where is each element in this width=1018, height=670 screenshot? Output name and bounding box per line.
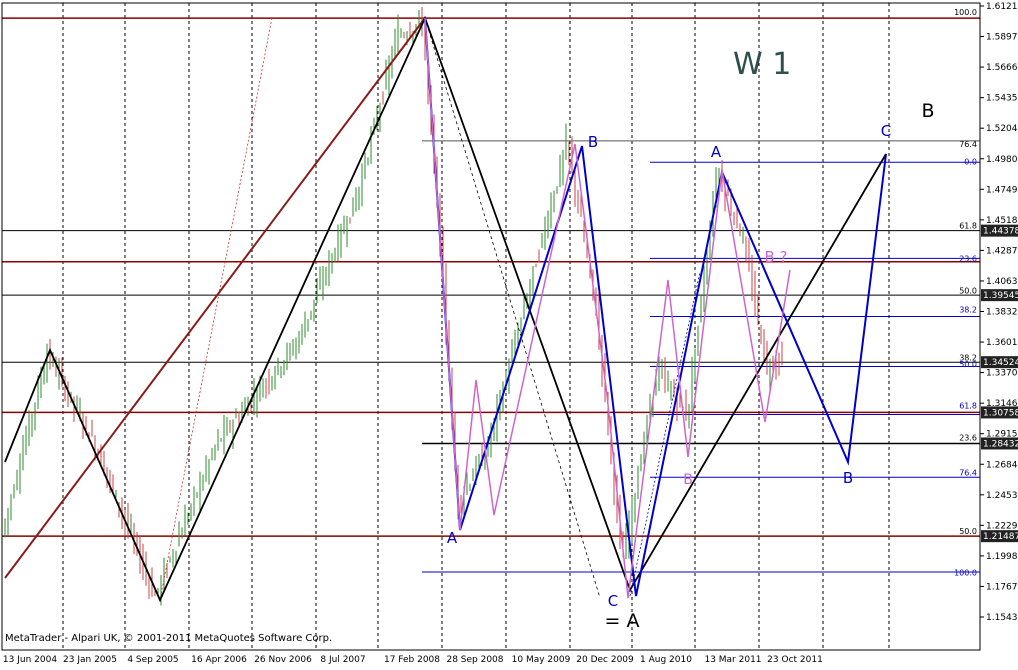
plot-background bbox=[0, 0, 1018, 666]
price-tick-label: 1.54350 bbox=[986, 94, 1018, 104]
date-tick-label: 28 Sep 2008 bbox=[446, 655, 503, 665]
price-tick-label: 1.47490 bbox=[986, 185, 1018, 195]
watermark: MetaTrader - Alpari UK, © 2001-2011 Meta… bbox=[5, 633, 332, 644]
price-tick-label: 1.58970 bbox=[986, 33, 1018, 43]
price-tick-label: 1.26840 bbox=[986, 460, 1018, 470]
price-tick-label: 1.24530 bbox=[986, 491, 1018, 501]
date-tick-label: 20 Dec 2009 bbox=[576, 655, 634, 665]
price-tick-label: 1.42870 bbox=[986, 246, 1018, 256]
date-tick-label: 1 Aug 2010 bbox=[640, 655, 692, 665]
wave-label: B bbox=[921, 100, 934, 122]
date-tick-label: 23 Jan 2005 bbox=[63, 655, 117, 665]
price-marker-label: 1.44378 bbox=[983, 227, 1018, 237]
date-tick-label: 23 Oct 2011 bbox=[767, 655, 823, 665]
fib-level-label: 23.6 bbox=[959, 434, 977, 443]
price-chart: 100.076.40.061.823.650.038.238.250.061.8… bbox=[0, 0, 1018, 666]
price-tick-label: 1.22290 bbox=[986, 521, 1018, 531]
price-tick-label: 1.49800 bbox=[986, 155, 1018, 165]
wave-label: B bbox=[843, 469, 853, 487]
price-marker-label: 1.28432 bbox=[983, 439, 1018, 449]
wave-label: = A bbox=[605, 610, 640, 632]
date-tick-label: 13 Mar 2011 bbox=[704, 655, 761, 665]
date-tick-label: 13 Jun 2004 bbox=[3, 655, 57, 665]
chart-root: 100.0 76.4 0.0 61.8 23.6 50.0 38.2 38.2 50.0 61.8… bbox=[0, 0, 1018, 666]
fib-level-label: 100.0 bbox=[954, 8, 977, 17]
date-tick-label: 17 Feb 2008 bbox=[384, 655, 440, 665]
price-tick-label: 1.17670 bbox=[986, 582, 1018, 592]
date-tick-label: 16 Apr 2006 bbox=[191, 655, 247, 665]
fib-level-label: 0.0 bbox=[964, 157, 977, 166]
wave-label: A bbox=[711, 143, 722, 161]
price-marker-label: 1.34524 bbox=[983, 358, 1018, 368]
price-tick-label: 1.40630 bbox=[986, 277, 1018, 287]
price-tick-label: 1.36010 bbox=[986, 338, 1018, 348]
price-marker-label: 1.30758 bbox=[983, 408, 1018, 418]
price-marker-label: 1.21487 bbox=[983, 532, 1018, 542]
wave-label: C bbox=[881, 122, 891, 140]
price-tick-label: 1.38320 bbox=[986, 308, 1018, 318]
chart-title: W 1 bbox=[733, 47, 791, 82]
wave-label: B ? bbox=[764, 248, 787, 266]
price-tick-label: 1.61210 bbox=[986, 2, 1018, 12]
wave-label: C bbox=[608, 592, 618, 610]
date-tick-label: 26 Nov 2006 bbox=[254, 655, 312, 665]
fib-level-label: 61.8 bbox=[959, 402, 977, 411]
fib-level-label: 50.0 bbox=[959, 287, 977, 296]
fib-level-label: 50.0 bbox=[959, 360, 977, 369]
price-tick-label: 1.15430 bbox=[986, 613, 1018, 623]
fib-level-label: 61.8 bbox=[959, 221, 977, 230]
price-tick-label: 1.19980 bbox=[986, 552, 1018, 562]
price-marker-label: 1.39545 bbox=[983, 291, 1018, 301]
fib-level-label: 38.2 bbox=[959, 305, 977, 314]
wave-label: B bbox=[588, 133, 598, 151]
date-tick-label: 4 Sep 2005 bbox=[127, 655, 178, 665]
fib-level-label: 100.0 bbox=[954, 568, 977, 577]
fib-level-label: 50.0 bbox=[959, 527, 977, 536]
wave-label: A bbox=[447, 529, 458, 547]
wave-label: B bbox=[683, 472, 693, 488]
fib-level-label: 23.6 bbox=[959, 255, 977, 264]
fib-level-label: 76.4 bbox=[959, 140, 977, 149]
date-tick-label: 10 May 2009 bbox=[512, 655, 571, 665]
price-tick-label: 1.56660 bbox=[986, 63, 1018, 73]
price-tick-label: 1.33700 bbox=[986, 369, 1018, 379]
date-tick-label: 8 Jul 2007 bbox=[320, 655, 365, 665]
fib-level-label: 76.4 bbox=[959, 468, 977, 477]
price-tick-label: 1.52040 bbox=[986, 124, 1018, 134]
price-tick-label: 1.45180 bbox=[986, 216, 1018, 226]
